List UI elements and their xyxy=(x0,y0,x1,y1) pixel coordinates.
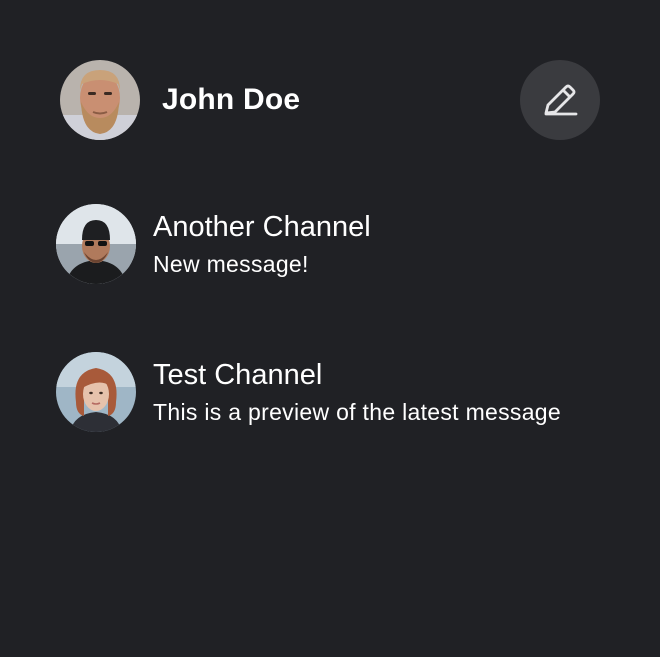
channel-name: Test Channel xyxy=(153,359,323,391)
channel-item-another-channel[interactable]: Another Channel New message! xyxy=(56,204,620,284)
user-header: John Doe xyxy=(60,60,600,140)
channel-list: Another Channel New message! Test Channe… xyxy=(56,204,620,500)
user-avatar[interactable] xyxy=(60,60,140,140)
channel-name: Another Channel xyxy=(153,211,371,243)
channel-preview: This is a preview of the latest message xyxy=(153,399,561,425)
channel-text: Another Channel New message! xyxy=(153,210,620,278)
pencil-icon xyxy=(544,84,578,116)
red-haired-woman-avatar-icon xyxy=(56,352,136,432)
channel-preview: New message! xyxy=(153,251,309,277)
channel-avatar xyxy=(56,352,136,432)
channel-text: Test Channel This is a preview of the la… xyxy=(153,358,620,426)
bearded-man-avatar-icon xyxy=(60,60,140,140)
channel-list-screen: John Doe Another Channel New message! Te… xyxy=(0,0,660,657)
channel-avatar xyxy=(56,204,136,284)
edit-button[interactable] xyxy=(520,60,600,140)
user-name: John Doe xyxy=(162,83,301,116)
channel-item-test-channel[interactable]: Test Channel This is a preview of the la… xyxy=(56,352,620,432)
man-with-beanie-avatar-icon xyxy=(56,204,136,284)
